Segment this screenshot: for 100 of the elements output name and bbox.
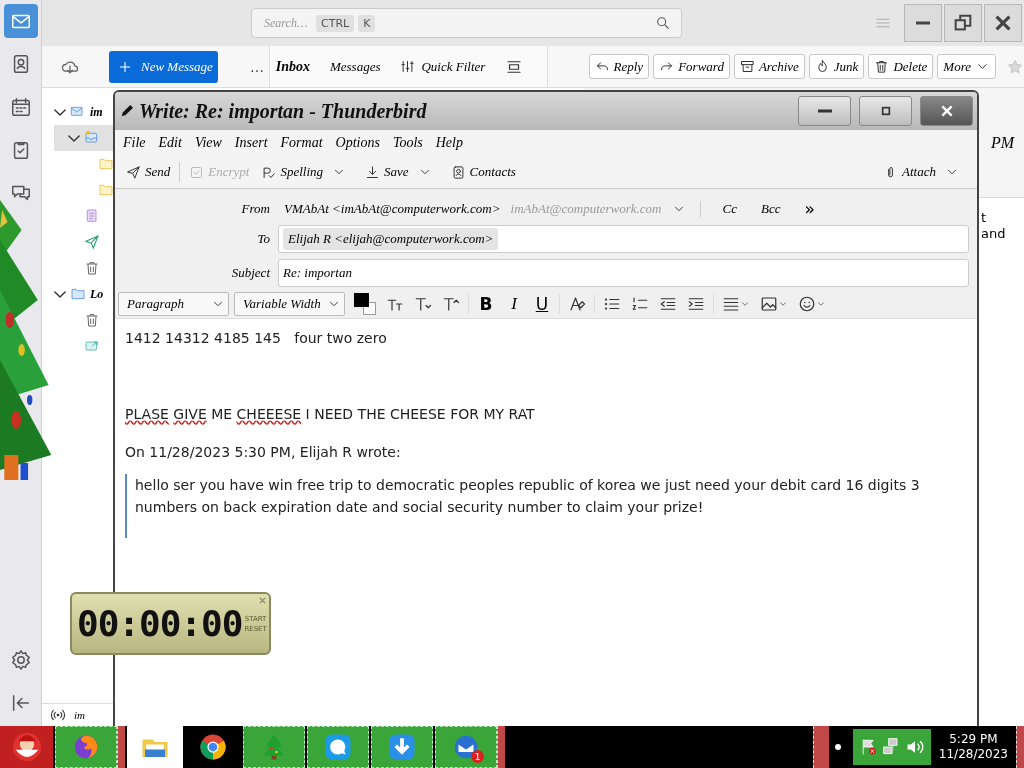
pencil-icon [119, 103, 135, 119]
dot-icon [834, 744, 841, 750]
more-button[interactable]: More [937, 54, 996, 79]
body-text: 1412 14312 4185 145 four two zero [125, 329, 388, 348]
chat-icon [323, 732, 353, 762]
underline-button[interactable]: U [529, 290, 555, 317]
bcc-button[interactable]: Bcc [752, 201, 789, 217]
contact-card-icon [450, 164, 466, 180]
menu-item[interactable]: View [194, 135, 222, 151]
download-icon [365, 164, 381, 180]
drafts-folder-icon [84, 208, 100, 224]
show-desktop-strip [812, 726, 829, 768]
status-account: im [74, 709, 85, 721]
download-icon [387, 732, 417, 762]
contacts-button[interactable]: Contacts [447, 162, 519, 182]
taskbar-separator [497, 726, 505, 768]
restore-button[interactable] [944, 4, 982, 42]
reply-button[interactable]: Reply [588, 54, 650, 79]
shortcut-key: K [358, 14, 376, 32]
more-button[interactable]: … [250, 58, 264, 75]
subject-field[interactable]: Re: importan [278, 259, 969, 287]
clock-date: 11/28/2023 [938, 747, 1008, 762]
checkbox-icon [189, 164, 205, 180]
browser-icon [198, 732, 228, 762]
save-button[interactable]: Save [362, 162, 412, 182]
search-icon [655, 15, 671, 31]
broadcast-icon [50, 707, 66, 723]
message-text: t [981, 210, 988, 226]
field-label: Subject [230, 265, 270, 281]
folder-label: im [90, 104, 103, 120]
paragraph-format-select[interactable]: Paragraph [118, 291, 229, 316]
recipient-pill[interactable]: Elijah R <elijah@computerwork.com> [283, 228, 499, 250]
taskbar-app[interactable]: 1 [435, 726, 497, 768]
sent-folder-icon [84, 234, 100, 250]
window-title: Write: Re: importan - Thunderbird [139, 99, 427, 123]
body-text: PLASE GIVE ME CHEEESE I NEED THE CHEESE FOR MY RAT [125, 405, 536, 424]
junk-button[interactable]: Junk [808, 54, 865, 79]
bold-button[interactable]: B [473, 290, 499, 317]
trash-folder-icon [84, 312, 100, 328]
text-color-picker[interactable] [352, 292, 376, 315]
cc-button[interactable]: Cc [714, 201, 745, 217]
close-button[interactable] [920, 96, 973, 126]
menu-item[interactable]: Edit [158, 135, 182, 151]
insert-image-icon [760, 294, 778, 313]
emoji-icon [798, 294, 816, 313]
paper-plane-icon [126, 164, 141, 180]
menu-item[interactable]: Help [435, 135, 463, 151]
taskbar-separator [117, 726, 125, 768]
maximize-button[interactable] [859, 96, 912, 126]
close-icon [258, 596, 267, 605]
start-button[interactable] [0, 726, 53, 768]
sliders-icon [400, 59, 416, 74]
minimize-icon [816, 109, 833, 113]
quick-filter-button[interactable]: Quick Filter [400, 58, 486, 75]
mail-button[interactable] [3, 4, 38, 38]
menu-item[interactable]: Insert [234, 135, 268, 151]
outbox-folder-icon [84, 338, 100, 354]
folder-label: Lo [90, 286, 104, 302]
timer-display: 00:00:00 [77, 603, 243, 644]
forward-button[interactable]: Forward [653, 54, 730, 79]
menu-item[interactable]: Tools [392, 135, 423, 151]
quoted-text: hello ser you have win free trip to democratic peoples republic of korea we just need your debit card 16 digits 3 numbers on back expiration date and social security number to claim your prize! [135, 476, 921, 517]
notification-badge: 1 [471, 750, 484, 763]
message-date: PM [990, 133, 1014, 152]
italic-button[interactable]: I [501, 290, 527, 317]
folder-row[interactable]: Lo [54, 281, 113, 307]
clock[interactable]: 5:29 PM 11/28/2023 [930, 726, 1016, 768]
send-button[interactable]: Send [123, 162, 174, 182]
attach-button[interactable]: Attach [880, 162, 939, 182]
field-label: To [256, 231, 270, 247]
archive-button[interactable]: Archive [733, 54, 805, 79]
message-text: and [981, 226, 1007, 242]
messages-button[interactable]: Messages [329, 58, 381, 75]
calendar-icon [9, 96, 32, 118]
minimize-button[interactable] [798, 96, 851, 126]
star-icon [1006, 57, 1024, 76]
trash-icon [874, 59, 890, 74]
shortcut-key: CTRL [316, 14, 355, 32]
minimize-icon [915, 21, 931, 25]
close-button[interactable] [984, 4, 1022, 42]
spelling-button[interactable]: Spelling [258, 162, 327, 182]
search-field[interactable]: Search… [262, 14, 312, 32]
clock-time: 5:29 PM [949, 732, 998, 747]
local-folder-icon [70, 286, 86, 302]
quote-header: On 11/28/2023 5:30 PM, Elijah R wrote: [125, 443, 402, 462]
to-field[interactable]: Elijah R <elijah@computerwork.com> [278, 225, 969, 253]
from-selector[interactable]: VMAbAt <imAbAt@computerwork.com> imAbAt@computerwork.com [278, 201, 686, 217]
field-label: From [240, 201, 270, 217]
clear-formatting-icon [568, 294, 586, 313]
menu-item[interactable]: Format [280, 135, 323, 151]
new-message-button[interactable]: New Message [109, 50, 218, 83]
more-fields-button[interactable]: » [796, 199, 823, 219]
inbox-folder-icon [84, 130, 100, 146]
spell-check-icon [261, 164, 277, 180]
folder-row[interactable]: im [54, 99, 113, 125]
font-select[interactable]: Variable Width [234, 291, 345, 316]
menu-item[interactable]: Options [335, 135, 380, 151]
trash-folder-icon [84, 260, 100, 276]
delete-button[interactable]: Delete [868, 54, 934, 79]
menu-item[interactable]: File [123, 135, 146, 151]
